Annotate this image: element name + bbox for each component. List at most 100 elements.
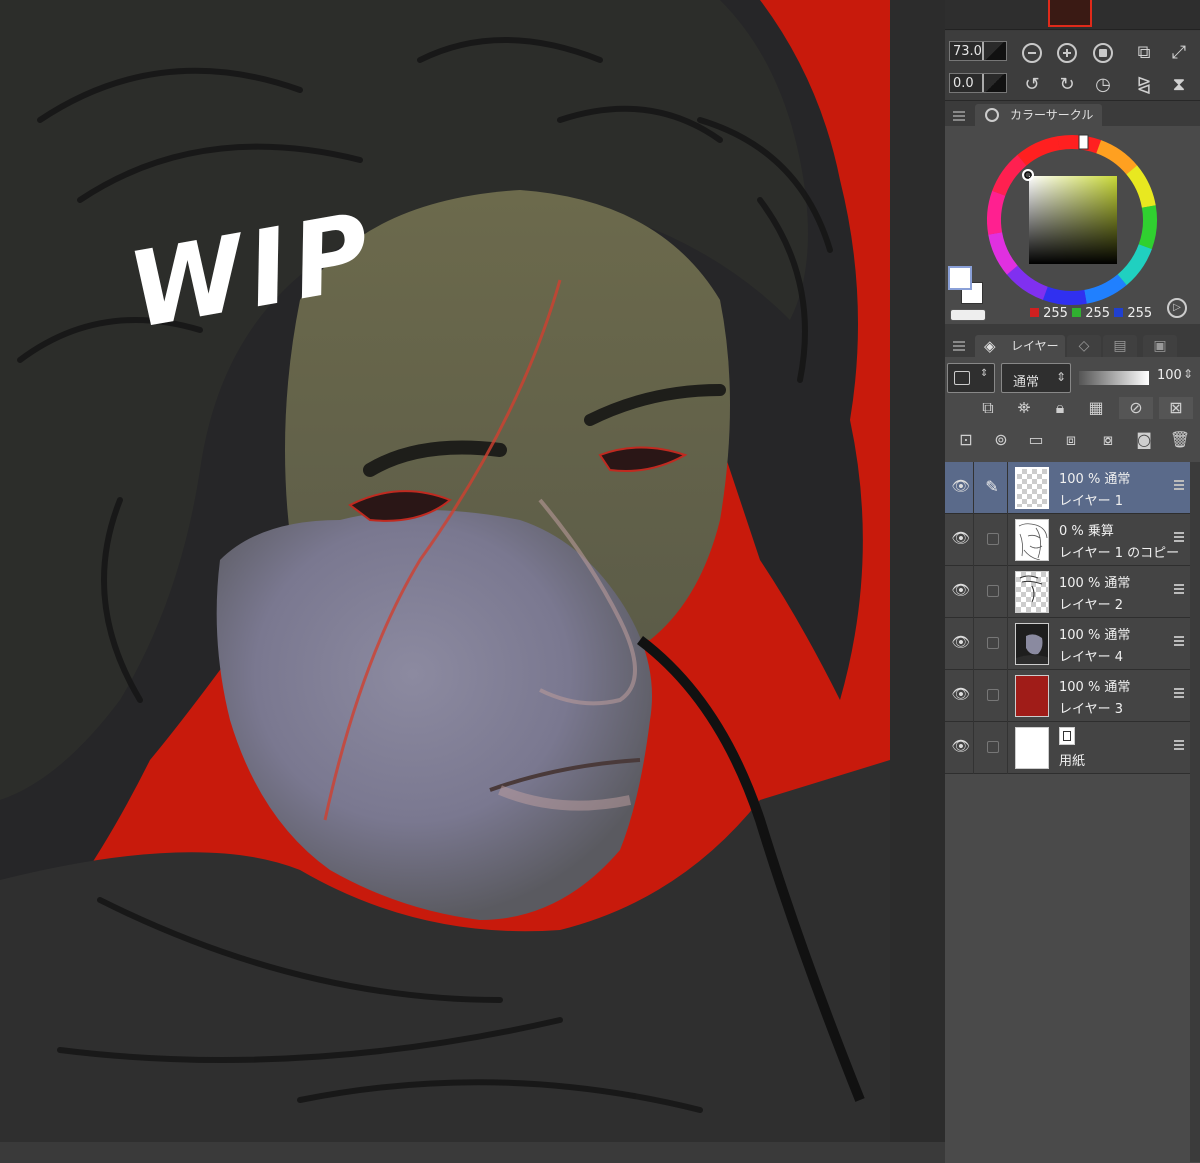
color-wheel[interactable] <box>945 126 1200 324</box>
tab-layer[interactable]: ◈ レイヤー <box>975 335 1065 357</box>
fit-window-icon[interactable]: ⤢ <box>1167 41 1191 65</box>
zoom-row: 73.0 ⧉ ⤢ <box>945 33 1200 65</box>
layer-mode: 100 % 通常 <box>1059 576 1131 591</box>
layer-menu-icon[interactable] <box>1174 688 1184 698</box>
play-icon[interactable]: ▷ <box>1167 298 1187 318</box>
lock-transparency-icon[interactable]: ▦ <box>1085 397 1107 419</box>
layer-name: レイヤー 1 のコピー <box>1059 546 1180 561</box>
layer-select-checkbox[interactable] <box>987 689 999 701</box>
zoom-field[interactable]: 73.0 <box>949 41 1007 61</box>
layer-select-checkbox[interactable] <box>987 637 999 649</box>
opacity-value[interactable]: 100 <box>1157 368 1182 383</box>
layer-row[interactable]: 👁︎ ✎ 100 % 通常 レイヤー 1 <box>945 462 1190 514</box>
navigator-view-frame[interactable] <box>1048 0 1092 27</box>
layer-tab-label: レイヤー <box>1011 339 1059 353</box>
layer-menu-icon[interactable] <box>1174 636 1184 646</box>
drawing-canvas[interactable]: WIP <box>0 0 890 1142</box>
layer-scrollbar[interactable] <box>1190 462 1200 1162</box>
zoom-in-icon[interactable] <box>1057 43 1077 63</box>
divider <box>1007 566 1008 618</box>
layer-menu-icon[interactable] <box>1174 480 1184 490</box>
layer-list: 👁︎ ✎ 100 % 通常 レイヤー 1 👁︎ 0 % 乗算 レイヤー 1 のコ… <box>945 462 1190 774</box>
layer-select-checkbox[interactable] <box>987 585 999 597</box>
layer-thumbnail <box>1015 571 1049 613</box>
rotate-field[interactable]: 0.0 <box>949 73 1007 93</box>
eye-icon[interactable]: 👁︎ <box>951 530 971 546</box>
eye-icon[interactable]: 👁︎ <box>951 582 971 598</box>
layer-panel-grip-icon[interactable] <box>953 341 965 351</box>
layer-select-checkbox[interactable] <box>987 533 999 545</box>
layer-select-checkbox[interactable] <box>987 741 999 753</box>
layer-row[interactable]: 👁︎ 100 % 通常 レイヤー 2 <box>945 566 1190 618</box>
zoom-slider[interactable] <box>982 42 1006 60</box>
mask-enable-icon[interactable]: ⊘ <box>1119 397 1153 419</box>
layer-thumbnail <box>1015 727 1049 769</box>
layer-row[interactable]: 👁︎ 用紙 <box>945 722 1190 774</box>
layer-color-select[interactable]: ⇕ <box>947 363 995 393</box>
transparent-color-swatch[interactable] <box>950 309 986 321</box>
rotate-right-icon[interactable]: ↻ <box>1055 73 1079 97</box>
add-mask-icon[interactable]: ◙ <box>1133 429 1155 451</box>
tab-canvas-info[interactable]: ▣ <box>1143 335 1177 357</box>
flip-vertical-icon[interactable]: ⧗ <box>1167 73 1191 97</box>
eye-icon[interactable]: 👁︎ <box>951 634 971 650</box>
red-value: 255 <box>1043 306 1068 321</box>
blend-mode-value: 通常 <box>1013 375 1040 390</box>
paper-icon-inner <box>1063 731 1071 741</box>
divider <box>1007 722 1008 774</box>
layer-row[interactable]: 👁︎ 100 % 通常 レイヤー 4 <box>945 618 1190 670</box>
zoom-out-icon[interactable] <box>1022 43 1042 63</box>
new-folder-icon[interactable]: ▭ <box>1025 429 1047 451</box>
layer-panel: ◈ レイヤー ◇ ▤ ▣ ⇕ 通常 ⇕ 100 ⇕ ⧉ ⛯ 🔒︎ ▦ ⊘ ⊠ ⊡… <box>945 335 1200 1163</box>
layer-row[interactable]: 👁︎ 0 % 乗算 レイヤー 1 のコピー <box>945 514 1190 566</box>
blend-mode-select[interactable]: 通常 ⇕ <box>1001 363 1071 393</box>
new-raster-layer-icon[interactable]: ⊡ <box>955 429 977 451</box>
layer-menu-icon[interactable] <box>1174 584 1184 594</box>
new-vector-layer-icon[interactable]: ⊚ <box>990 429 1012 451</box>
tab-layer-property[interactable]: ◇ <box>1067 335 1101 357</box>
layer-thumbnail <box>1015 519 1049 561</box>
sketch-thumbnail <box>1018 523 1048 560</box>
trash-icon[interactable]: 🗑︎ <box>1169 429 1191 451</box>
layer-action-row: ⊡ ⊚ ▭ ⧈ ⧇ ◙ 🗑︎ <box>945 429 1200 463</box>
reset-rotation-icon[interactable]: ◷ <box>1091 73 1115 97</box>
layer-menu-icon[interactable] <box>1174 740 1184 750</box>
merge-down-icon[interactable]: ⧇ <box>1097 429 1119 451</box>
layer-thumbnail <box>1015 623 1049 665</box>
rotate-slider[interactable] <box>982 74 1006 92</box>
divider <box>973 462 974 514</box>
panel-grip-icon[interactable] <box>953 111 965 121</box>
navigator-preview[interactable] <box>945 0 1200 30</box>
fit-icon[interactable]: ⧉ <box>1132 41 1156 65</box>
eye-icon[interactable]: 👁︎ <box>951 478 971 494</box>
rgb-readout: 255 255 255 <box>1030 306 1152 321</box>
divider <box>973 514 974 566</box>
transfer-down-icon[interactable]: ⧈ <box>1060 429 1082 451</box>
opacity-slider[interactable] <box>1079 371 1149 385</box>
foreground-color-swatch[interactable] <box>948 266 972 290</box>
clip-studio-window: WIP 73.0 ⧉ ⤢ 0.0 ↺ ↻ ◷ ⧎ ⧗ カラーサークル 255 2… <box>0 0 1200 1163</box>
tab-color-circle[interactable]: カラーサークル <box>975 104 1102 126</box>
blend-row: ⇕ 通常 ⇕ 100 ⇕ <box>945 363 1200 397</box>
lock-icon[interactable]: 🔒︎ <box>1049 397 1071 419</box>
color-circle-body: 255 255 255 ▷ <box>945 126 1200 324</box>
layer-row[interactable]: 👁︎ 100 % 通常 レイヤー 3 <box>945 670 1190 722</box>
divider <box>973 618 974 670</box>
eye-icon[interactable]: 👁︎ <box>951 738 971 754</box>
layer-menu-icon[interactable] <box>1174 532 1184 542</box>
mask-show-icon[interactable]: ⊠ <box>1159 397 1193 419</box>
opacity-spinner-icon[interactable]: ⇕ <box>1183 367 1193 381</box>
layer-mode: 100 % 通常 <box>1059 680 1131 695</box>
tab-layer-search[interactable]: ▤ <box>1103 335 1137 357</box>
flip-horizontal-icon[interactable]: ⧎ <box>1132 73 1156 97</box>
reference-layer-icon[interactable]: ⛯ <box>1013 397 1035 419</box>
actual-size-icon[interactable] <box>1093 43 1113 63</box>
rotate-left-icon[interactable]: ↺ <box>1020 73 1044 97</box>
clip-layer-icon[interactable]: ⧉ <box>977 397 999 419</box>
eye-icon[interactable]: 👁︎ <box>951 686 971 702</box>
layer-name: 用紙 <box>1059 754 1086 769</box>
right-panel: 73.0 ⧉ ⤢ 0.0 ↺ ↻ ◷ ⧎ ⧗ カラーサークル 255 255 2… <box>945 0 1200 1163</box>
layer-mode: 100 % 通常 <box>1059 472 1131 487</box>
pen-icon[interactable]: ✎ <box>981 476 1003 498</box>
layer-toggle-row: ⧉ ⛯ 🔒︎ ▦ ⊘ ⊠ <box>945 397 1200 431</box>
